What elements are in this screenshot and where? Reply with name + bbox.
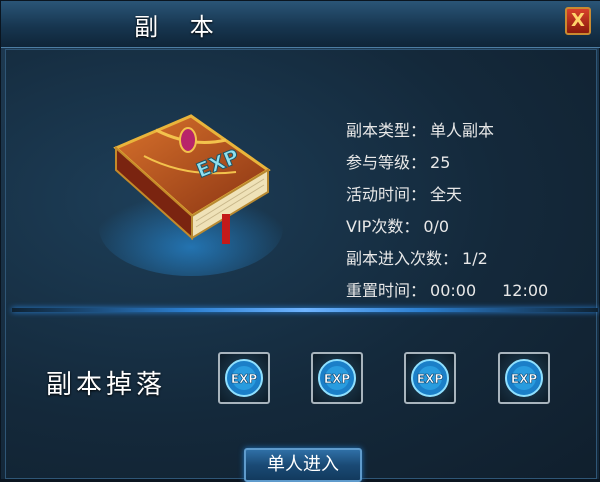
info-value: 1/2	[462, 249, 488, 268]
single-enter-button[interactable]: 单人进入	[244, 448, 362, 482]
drop-slot[interactable]: EXP	[498, 352, 550, 404]
close-button[interactable]: X	[565, 7, 591, 35]
info-value-secondary: 12:00	[502, 281, 549, 300]
drop-exp-text: EXP	[511, 372, 537, 386]
drop-slot[interactable]: EXP	[404, 352, 456, 404]
info-row-reset: 重置时间： 00:00 12:00	[346, 276, 548, 308]
info-value: 0/0	[423, 217, 450, 236]
info-value: 00:00	[430, 281, 477, 300]
info-row-entries: 副本进入次数： 1/2	[346, 244, 548, 276]
info-row-type: 副本类型： 单人副本	[346, 116, 548, 148]
dungeon-window: 副 本 X EXP 副本类型： 单人副本 参与等级： 25 活动时间： 全天 V…	[0, 0, 600, 482]
dungeon-panel: EXP 副本类型： 单人副本 参与等级： 25 活动时间： 全天 VIP次数： 0/0 …	[5, 49, 598, 482]
info-key: 活动时间：	[346, 185, 427, 204]
info-key: VIP次数：	[346, 217, 420, 236]
drop-exp-text: EXP	[324, 372, 350, 386]
info-key: 副本类型：	[346, 121, 427, 140]
info-value: 单人副本	[430, 121, 495, 140]
exp-book-icon: EXP	[99, 114, 283, 276]
title-bar: 副 本 X	[1, 1, 600, 48]
info-value: 25	[430, 153, 451, 172]
info-value: 全天	[430, 185, 463, 204]
drops-label: 副本掉落	[46, 370, 167, 400]
info-row-level: 参与等级： 25	[346, 148, 548, 180]
exp-orb-icon: EXP	[318, 359, 356, 397]
info-row-time: 活动时间： 全天	[346, 180, 548, 212]
drop-exp-text: EXP	[417, 372, 443, 386]
info-key: 重置时间：	[346, 281, 427, 300]
exp-orb-icon: EXP	[411, 359, 449, 397]
drop-slot[interactable]: EXP	[311, 352, 363, 404]
drop-exp-text: EXP	[231, 372, 257, 386]
drop-slot[interactable]: EXP	[218, 352, 270, 404]
info-key: 副本进入次数：	[346, 249, 459, 268]
info-row-vip: VIP次数： 0/0	[346, 212, 548, 244]
section-divider	[12, 308, 598, 312]
window-title: 副 本	[134, 13, 226, 41]
info-key: 参与等级：	[346, 153, 427, 172]
dungeon-info: 副本类型： 单人副本 参与等级： 25 活动时间： 全天 VIP次数： 0/0 副本进入…	[346, 116, 548, 308]
exp-orb-icon: EXP	[225, 359, 263, 397]
exp-orb-icon: EXP	[505, 359, 543, 397]
